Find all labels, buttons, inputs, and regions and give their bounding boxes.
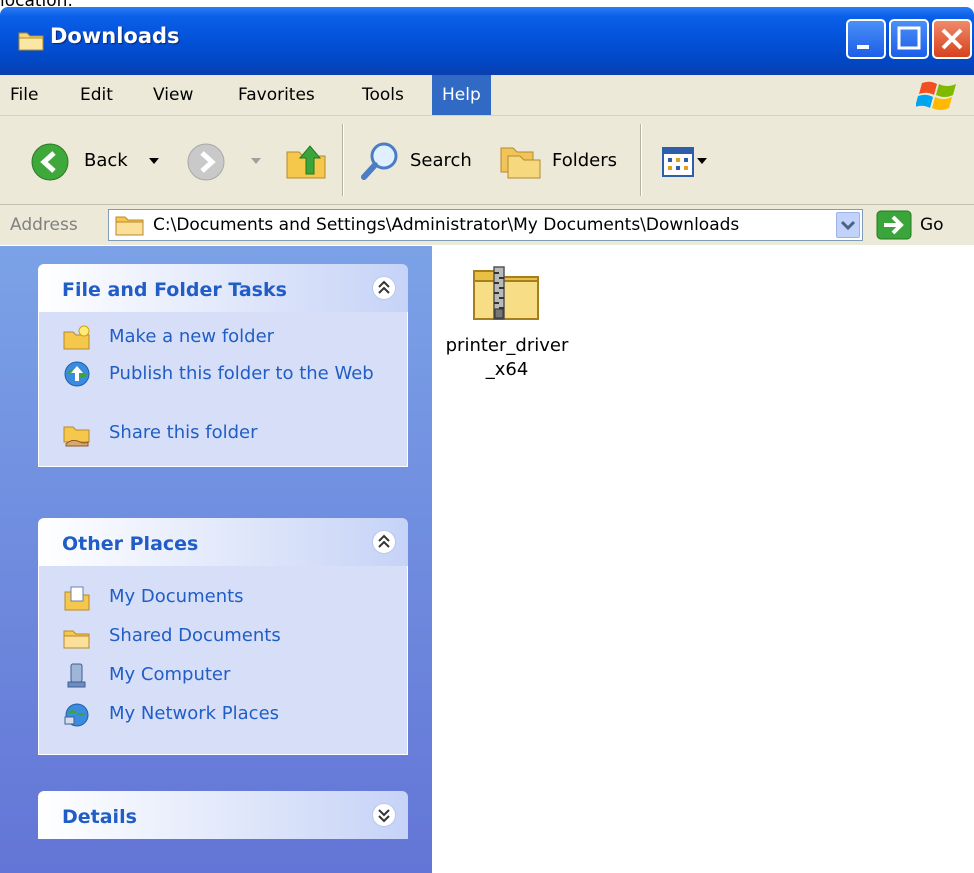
maximize-icon [897, 26, 921, 50]
place-my-network-places[interactable]: My Network Places [39, 697, 407, 736]
file-folder-tasks-panel: File and Folder Tasks Make a new folder [38, 264, 408, 467]
place-label[interactable]: My Computer [109, 664, 230, 685]
standard-toolbar: Back Search Folders [0, 116, 974, 205]
address-bar: Address C:\Documents and Settings\Admini… [0, 205, 974, 245]
share-folder-icon [63, 426, 90, 447]
menu-bar: File Edit View Favorites Tools Help [0, 75, 974, 116]
file-list-area[interactable]: printer_driver _x64 [432, 246, 974, 873]
toolbar-separator [342, 124, 344, 196]
panel-title: Details [62, 806, 137, 828]
chevron-down-icon [840, 220, 856, 231]
panel-header[interactable]: Details [38, 791, 408, 839]
place-label[interactable]: Shared Documents [109, 625, 281, 646]
folder-icon [115, 216, 144, 236]
address-path: C:\Documents and Settings\Administrator\… [153, 215, 740, 235]
close-icon [941, 28, 963, 50]
menu-file[interactable]: File [0, 75, 48, 115]
search-label[interactable]: Search [410, 150, 472, 171]
panel-header[interactable]: File and Folder Tasks [38, 264, 408, 312]
place-label[interactable]: My Documents [109, 586, 244, 607]
panel-body: Make a new folder Publish this folder to… [38, 312, 408, 467]
chevron-down-icon [378, 809, 390, 823]
file-item[interactable]: printer_driver _x64 [432, 246, 582, 386]
close-button[interactable] [932, 19, 972, 59]
address-label: Address [10, 215, 78, 235]
chevron-up-icon [378, 534, 390, 548]
place-shared-documents[interactable]: Shared Documents [39, 619, 407, 658]
panel-title: File and Folder Tasks [62, 279, 287, 301]
task-label[interactable]: Share this folder [109, 422, 257, 443]
maximize-button[interactable] [889, 19, 929, 59]
chevron-up-icon [378, 280, 390, 294]
minimize-button[interactable] [846, 19, 886, 59]
window-title: Downloads [50, 24, 180, 48]
menu-favorites[interactable]: Favorites [228, 75, 325, 115]
go-button[interactable] [876, 210, 912, 245]
forward-button[interactable] [186, 142, 226, 187]
task-publish-web[interactable]: Publish this folder to the Web [39, 356, 407, 416]
menu-help[interactable]: Help [432, 75, 491, 115]
forward-dropdown-icon[interactable] [250, 157, 262, 165]
task-pane: File and Folder Tasks Make a new folder [0, 246, 432, 873]
folders-icon [500, 147, 541, 179]
address-input[interactable]: C:\Documents and Settings\Administrator\… [108, 209, 863, 241]
folders-label[interactable]: Folders [552, 150, 617, 171]
views-button[interactable] [662, 146, 708, 183]
windows-logo-icon [916, 81, 956, 110]
zip-folder-icon [473, 266, 539, 320]
menu-view[interactable]: View [143, 75, 203, 115]
globe-publish-icon [64, 361, 90, 387]
network-places-icon [64, 703, 89, 727]
collapse-button[interactable] [372, 530, 396, 554]
toolbar-separator [640, 124, 642, 196]
details-panel: Details [38, 791, 408, 839]
go-label[interactable]: Go [920, 215, 944, 235]
file-name[interactable]: printer_driver _x64 [432, 334, 582, 382]
forward-arrow-icon [187, 143, 225, 181]
file-name-line: printer_driver [445, 335, 569, 356]
up-folder-icon [286, 145, 326, 179]
expand-button[interactable] [372, 803, 396, 827]
minimize-icon [857, 45, 869, 49]
go-arrow-icon [876, 210, 912, 240]
search-button[interactable] [360, 140, 402, 187]
address-dropdown-button[interactable] [836, 212, 860, 238]
panel-header[interactable]: Other Places [38, 518, 408, 566]
my-documents-icon [64, 586, 90, 611]
file-name-line: _x64 [485, 359, 529, 380]
menu-edit[interactable]: Edit [70, 75, 123, 115]
place-label[interactable]: My Network Places [109, 703, 279, 724]
task-label[interactable]: Publish this folder to the Web [109, 362, 379, 386]
explorer-window: Downloads File Edit View Favorites Tools… [0, 7, 974, 873]
back-label[interactable]: Back [84, 150, 128, 171]
folders-button[interactable] [498, 138, 542, 187]
back-button[interactable] [30, 142, 70, 187]
back-dropdown-icon[interactable] [148, 157, 160, 165]
up-folder-button[interactable] [284, 138, 328, 187]
my-computer-icon [67, 663, 86, 688]
folder-icon [18, 32, 44, 51]
task-make-new-folder[interactable]: Make a new folder [39, 320, 407, 356]
place-my-computer[interactable]: My Computer [39, 658, 407, 697]
panel-title: Other Places [62, 533, 199, 555]
search-icon [361, 142, 398, 180]
collapse-button[interactable] [372, 276, 396, 300]
new-folder-icon [63, 325, 90, 350]
shared-folder-icon [63, 630, 90, 649]
other-places-panel: Other Places My Documents Shared Documen… [38, 518, 408, 755]
views-icon [662, 147, 707, 177]
menu-tools[interactable]: Tools [352, 75, 414, 115]
back-arrow-icon [31, 143, 69, 181]
place-my-documents[interactable]: My Documents [39, 580, 407, 619]
task-share-folder[interactable]: Share this folder [39, 416, 407, 452]
task-label[interactable]: Make a new folder [109, 326, 274, 347]
title-bar[interactable]: Downloads [0, 7, 974, 75]
panel-body: My Documents Shared Documents My Compute… [38, 566, 408, 755]
